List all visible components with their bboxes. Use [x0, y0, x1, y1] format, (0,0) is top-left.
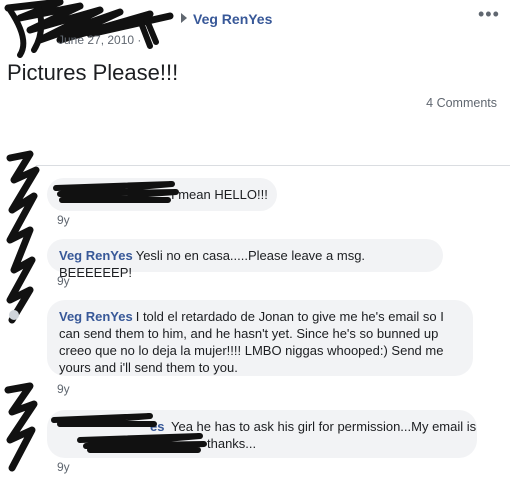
comment-text: Yea he has to ask his girl for permissio…: [171, 419, 477, 434]
redaction-scribble-avatars: [4, 150, 40, 472]
redaction-scribble-comment-name: [53, 181, 179, 203]
comment-author-link[interactable]: Veg RenYes: [59, 248, 133, 263]
comment-author-link[interactable]: Veg RenYes: [59, 309, 133, 324]
comment-text-tail: thanks...: [207, 436, 257, 451]
post-author-link[interactable]: Veg RenYes: [193, 11, 272, 27]
comment-text: I mean HELLO!!!: [171, 187, 268, 202]
redaction-scribble-comment-name: [51, 413, 207, 453]
comment-age[interactable]: 9y: [57, 460, 70, 474]
arrow-right-icon: [181, 13, 187, 23]
divider: [36, 165, 510, 166]
comment-bubble: Veg RenYes Yesli no en casa.....Please le…: [47, 239, 443, 280]
comment-age[interactable]: 9y: [57, 382, 70, 396]
post-text: Pictures Please!!!: [7, 60, 179, 85]
comments-count-link[interactable]: 4 Comments: [426, 96, 497, 110]
redaction-scribble-header: [4, 0, 174, 58]
post-date[interactable]: June 27, 2010 ·: [58, 33, 141, 47]
more-horizontal-icon[interactable]: •••: [478, 4, 500, 25]
comment-age[interactable]: 9y: [57, 213, 70, 227]
comment-bubble: Veg RenYes I told el retardado de Jonan t…: [47, 300, 473, 376]
comment-age[interactable]: 9y: [57, 274, 70, 288]
